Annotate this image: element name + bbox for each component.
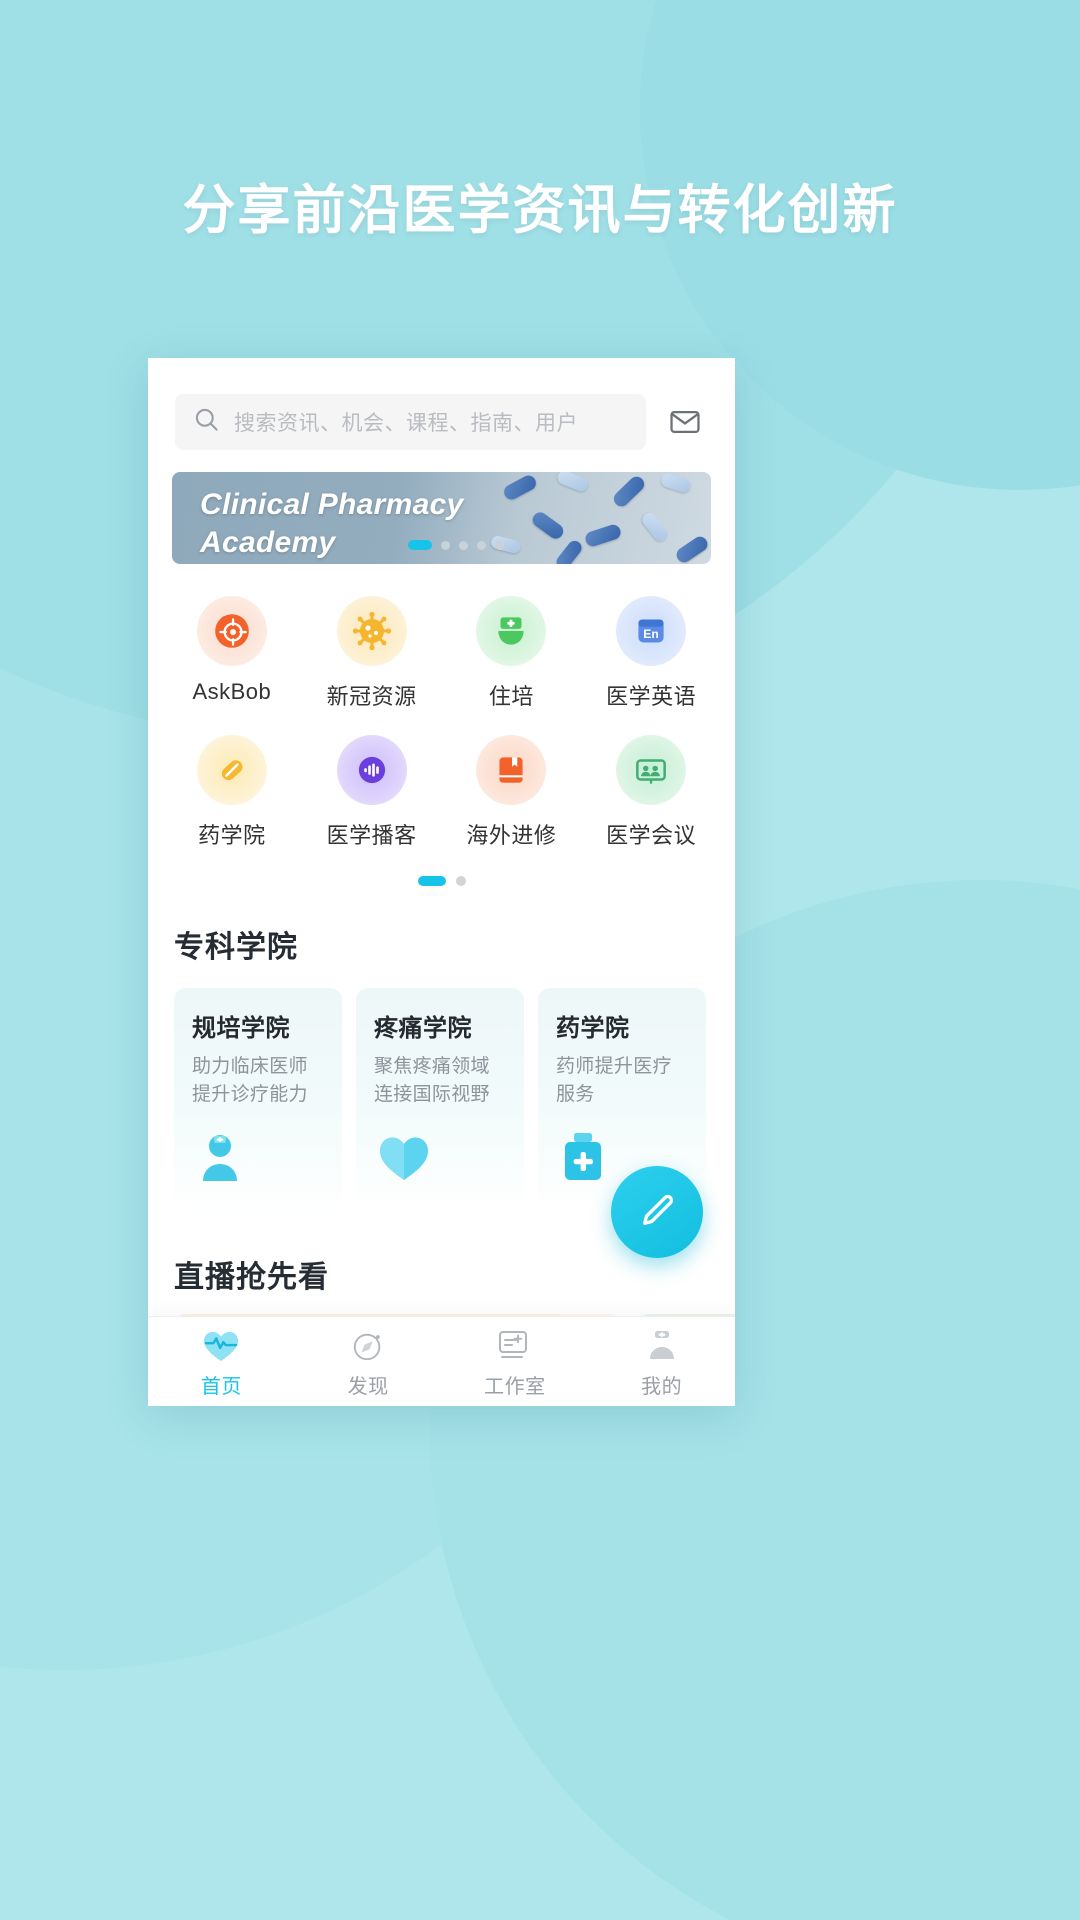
academy-section-title: 专科学院 <box>174 931 298 964</box>
nav-tab-home[interactable]: 首页 <box>148 1325 295 1399</box>
banner-title: Clinical Pharmacy Academy <box>200 488 464 560</box>
nav-tab-studio[interactable]: 工作室 <box>442 1325 589 1399</box>
book-icon <box>476 735 547 805</box>
quick-link-label: 药学院 <box>198 823 266 848</box>
compass-icon <box>350 1325 386 1363</box>
search-placeholder: 搜索资讯、机会、课程、指南、用户 <box>234 412 578 435</box>
banner-dot-4[interactable] <box>477 540 486 550</box>
quick-link-label: AskBob <box>192 679 272 704</box>
search-row: 搜索资讯、机会、课程、指南、用户 <box>148 358 735 450</box>
banner-dots[interactable] <box>408 540 504 550</box>
studio-icon <box>496 1325 534 1363</box>
academy-card-desc: 药师提升医疗服务 <box>556 1056 672 1105</box>
bottom-navigation: 首页 发现 工作室 我的 <box>148 1316 735 1406</box>
svg-text:En: En <box>643 627 658 641</box>
banner-dot-1[interactable] <box>408 540 432 550</box>
quick-link-pharmacy-academy[interactable]: 药学院 <box>162 725 302 854</box>
nav-tab-discover[interactable]: 发现 <box>295 1325 442 1399</box>
nav-tab-label: 我的 <box>641 1375 683 1398</box>
podcast-icon <box>336 735 407 805</box>
app-screen: 搜索资讯、机会、课程、指南、用户 Clinical Pharmacy Acade… <box>148 358 735 1406</box>
quick-link-residency[interactable]: 住培 <box>442 586 582 715</box>
quick-link-medical-english[interactable]: En 医学英语 <box>581 586 721 715</box>
academy-card-desc: 聚焦疼痛领域连接国际视野 <box>374 1056 490 1105</box>
nav-tab-mine[interactable]: 我的 <box>588 1325 735 1399</box>
envelope-icon <box>670 410 700 434</box>
quick-link-label: 医学播客 <box>326 823 417 848</box>
academy-card-desc: 助力临床医师提升诊疗能力 <box>192 1056 308 1105</box>
heart-icon <box>376 1133 432 1188</box>
quick-link-label: 住培 <box>488 684 534 709</box>
academy-card-title: 规培学院 <box>192 1015 290 1042</box>
quick-link-askbob[interactable]: AskBob <box>162 586 302 715</box>
nav-tab-label: 首页 <box>200 1375 242 1398</box>
grid-page-dot-1[interactable] <box>417 876 446 886</box>
virus-icon <box>336 596 407 666</box>
target-icon <box>196 596 267 666</box>
academy-card-title: 疼痛学院 <box>374 1015 472 1042</box>
compose-fab-button[interactable] <box>611 1166 703 1258</box>
doctor-icon <box>194 1131 252 1188</box>
quick-link-covid[interactable]: 新冠资源 <box>302 586 442 715</box>
banner-carousel[interactable]: Clinical Pharmacy Academy <box>172 472 711 564</box>
grid-page-dots[interactable] <box>148 876 735 886</box>
banner-dot-3[interactable] <box>459 540 468 550</box>
quick-link-conference[interactable]: 医学会议 <box>581 725 721 854</box>
grid-page-dot-2[interactable] <box>455 876 466 886</box>
phone-mockup: 搜索资讯、机会、课程、指南、用户 Clinical Pharmacy Acade… <box>148 358 735 1406</box>
messages-button[interactable] <box>662 399 708 445</box>
person-icon <box>644 1325 680 1363</box>
heart-pulse-icon <box>202 1325 240 1363</box>
academy-card-title: 药学院 <box>556 1015 630 1042</box>
page-headline: 分享前沿医学资讯与转化创新 <box>182 181 898 240</box>
quick-link-label: 新冠资源 <box>326 684 417 709</box>
nav-tab-label: 发现 <box>347 1375 389 1398</box>
academy-card[interactable]: 疼痛学院 聚焦疼痛领域连接国际视野 <box>356 988 524 1210</box>
en-badge-icon: En <box>616 596 687 666</box>
quick-link-label: 医学英语 <box>606 684 697 709</box>
conference-icon <box>616 735 687 805</box>
nurse-cap-icon <box>476 596 547 666</box>
nav-tab-label: 工作室 <box>484 1375 546 1398</box>
quick-link-podcast[interactable]: 医学播客 <box>302 725 442 854</box>
medicine-box-icon <box>558 1131 612 1188</box>
banner-dot-5[interactable] <box>495 540 504 550</box>
capsule-icon <box>196 735 267 805</box>
quick-links-grid: AskBob 新冠资源 住培 En 医学英语 药学院 医学播客 海外进修 医学会… <box>148 564 735 854</box>
quick-link-label: 海外进修 <box>466 823 557 848</box>
academy-card[interactable]: 规培学院 助力临床医师提升诊疗能力 <box>174 988 342 1210</box>
pencil-icon <box>643 1194 674 1225</box>
search-input[interactable]: 搜索资讯、机会、课程、指南、用户 <box>175 394 646 450</box>
quick-link-label: 医学会议 <box>606 823 697 848</box>
live-section-title: 直播抢先看 <box>174 1261 329 1294</box>
search-icon <box>193 406 220 438</box>
banner-dot-2[interactable] <box>441 540 450 550</box>
quick-link-overseas-study[interactable]: 海外进修 <box>442 725 582 854</box>
